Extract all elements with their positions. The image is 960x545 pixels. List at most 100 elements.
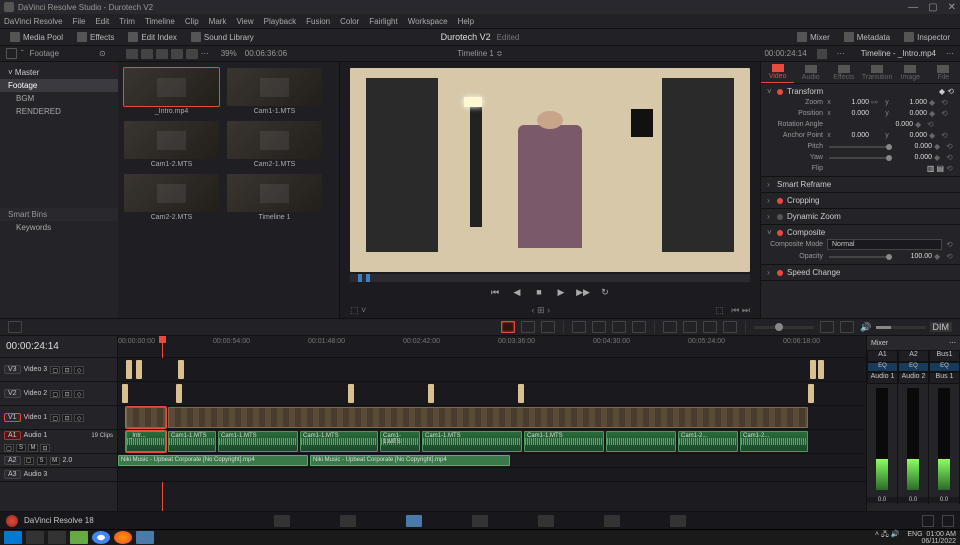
clip-main-video[interactable] [168,407,808,428]
bin-view-icon[interactable] [6,48,17,59]
clip-thumbnail[interactable]: Timeline 1 [227,174,322,221]
list-view-icon[interactable] [126,49,138,59]
track-header-a3[interactable]: A3Audio 3 [0,468,117,482]
prev-frame-button[interactable]: ◀ [511,286,523,298]
track-header-v3[interactable]: V3Video 3▢⊡◇ [0,358,117,382]
menu-item[interactable]: Mark [209,17,227,26]
timeline-view-options[interactable] [8,321,22,333]
audio-clip[interactable]: Cam1-2... [740,431,808,452]
music-clip[interactable]: Niki Music - Upbeat Corporate [No Copyri… [310,455,510,466]
section-transform[interactable]: ˅Transform◆ ⟲ [767,86,954,97]
viewer-options-icon[interactable]: ⋯ [837,49,845,58]
razor-tool[interactable] [663,321,677,333]
track-v2[interactable] [118,382,866,406]
system-clock[interactable]: ˄ 🖧 🔊 ENG 01:00 AM06/11/2022 [875,531,956,545]
track-header-a1[interactable]: A1Audio 119 Clips▢SM⊡ [0,430,117,454]
opacity-slider[interactable] [829,256,892,258]
minimize-button[interactable]: — [908,2,918,13]
start-button[interactable] [4,531,22,544]
effects-toggle[interactable]: Effects [73,31,118,43]
bin-pin-icon[interactable]: ⊙ [99,49,106,58]
inspector-toggle[interactable]: Inspector [900,31,954,43]
menu-item[interactable]: Edit [95,17,109,26]
next-frame-button[interactable]: ▶▶ [577,286,589,298]
clip-thumbnail[interactable]: Cam2-1.MTS [227,121,322,168]
music-clip[interactable]: Niki Music - Upbeat Corporate [No Copyri… [118,455,308,466]
mixer-channel-a1[interactable]: 0.0 [867,384,898,504]
timeline-timecode[interactable]: 00:00:24:14 [0,336,117,358]
menu-item[interactable]: Fusion [306,17,330,26]
mixer-channel-bus1[interactable]: 0.0 [929,384,960,504]
track-v3[interactable] [118,358,866,382]
taskbar-chrome[interactable] [92,531,110,544]
track-a3[interactable] [118,468,866,482]
tree-keywords[interactable]: Keywords [0,221,118,234]
play-button[interactable]: ▶ [555,286,567,298]
audio-clip[interactable] [606,431,676,452]
stop-button[interactable]: ■ [533,286,545,298]
dynamic-trim-tool[interactable] [541,321,555,333]
audio-clip[interactable]: Cam1-1.MTS [380,431,420,452]
speaker-icon[interactable]: 🔊 [860,322,871,333]
flip-v-button[interactable]: ▤ [936,164,944,173]
filter-icon[interactable] [186,49,198,59]
project-manager-icon[interactable] [922,515,934,527]
section-dynamic-zoom[interactable]: ›Dynamic Zoom [767,211,954,222]
timeline-zoom-slider[interactable] [754,326,814,329]
yaw-slider[interactable] [829,157,892,159]
track-v1[interactable] [118,406,866,430]
section-speed-change[interactable]: ›Speed Change [767,267,954,278]
track-a1[interactable]: _Intr... Cam1-1.MTS Cam1-1.MTS Cam1-1.MT… [118,430,866,454]
taskbar-explorer[interactable] [48,531,66,544]
section-cropping[interactable]: ›Cropping [767,195,954,206]
track-header-v1[interactable]: V1Video 1▢⊡◇ [0,406,117,430]
tree-item-rendered[interactable]: RENDERED [0,105,118,118]
blade-tool[interactable] [572,321,586,333]
timeline-selector[interactable]: Timeline 1 ≎ [457,49,503,58]
smart-bins-header[interactable]: Smart Bins [0,208,118,221]
anchor-y-value[interactable]: 0.000 [893,132,927,139]
zoom-x-value[interactable]: 1.000 [835,99,869,106]
zoom-y-value[interactable]: 1.000 [893,99,927,106]
composite-mode-select[interactable]: Normal [827,239,942,250]
audio-clip[interactable]: Cam1-1.MTS [218,431,298,452]
mixer-channel-a2[interactable]: 0.0 [898,384,929,504]
rotation-value[interactable]: 0.000 [835,121,913,128]
clip-intro-audio[interactable]: _Intr... [126,431,166,452]
page-media[interactable] [274,515,290,527]
audio-clip[interactable]: Cam1-1.MTS [524,431,604,452]
insert-tool[interactable] [592,321,606,333]
loop-button[interactable]: ↻ [599,286,611,298]
link-selection-icon[interactable] [840,321,854,333]
search-icon[interactable] [171,49,183,59]
timeline-ruler[interactable]: 00:00:00:00 00:00:54:00 00:01:48:00 00:0… [118,336,866,358]
viewer-mode-icon[interactable] [817,49,827,59]
clip-thumbnail[interactable]: _Intro.mp4 [124,68,219,115]
trim-tool[interactable] [521,321,535,333]
inspector-tab-transition[interactable]: Transition [861,62,894,83]
section-smart-reframe[interactable]: ›Smart Reframe [767,179,954,190]
menu-item[interactable]: Help [458,17,474,26]
link-tool[interactable] [683,321,697,333]
pos-x-value[interactable]: 0.000 [835,110,869,117]
pos-y-value[interactable]: 0.000 [893,110,927,117]
taskbar-search[interactable] [26,531,44,544]
tree-master[interactable]: ˅ Master [0,66,118,79]
bin-dropdown-icon[interactable]: ˇ [21,49,24,58]
page-fairlight[interactable] [604,515,620,527]
page-deliver[interactable] [670,515,686,527]
sound-library-toggle[interactable]: Sound Library [187,31,258,43]
flip-h-button[interactable]: ▥ [927,164,935,173]
mixer-toggle[interactable]: Mixer [793,31,834,43]
metadata-toggle[interactable]: Metadata [840,31,894,43]
thumb-view-icon[interactable] [141,49,153,59]
reset-icon[interactable]: ⟲ [941,98,949,107]
sort-icon[interactable] [156,49,168,59]
menu-item[interactable]: DaVinci Resolve [4,17,63,26]
menu-item[interactable]: Color [340,17,359,26]
inspector-options-icon[interactable]: ⋯ [946,49,954,58]
flag-tool[interactable] [703,321,717,333]
menu-item[interactable]: View [236,17,253,26]
record-timecode[interactable]: 00:00:24:14 [764,49,806,58]
menu-item[interactable]: Timeline [145,17,175,26]
